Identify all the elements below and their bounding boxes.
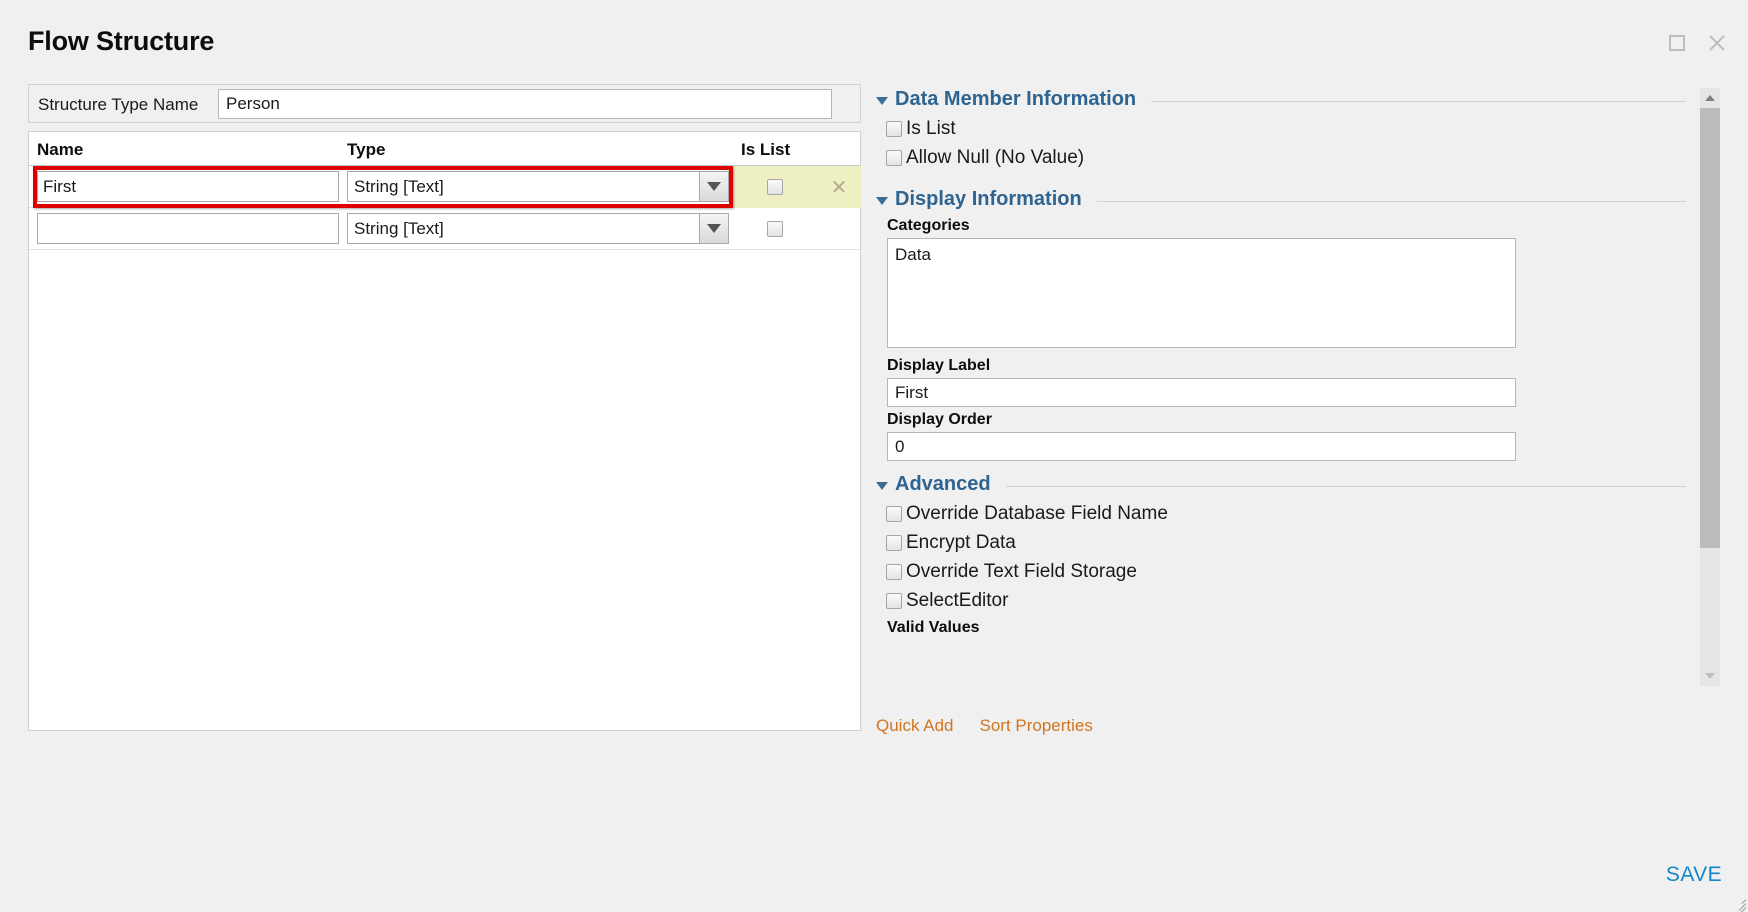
override-database-field-name-label: Override Database Field Name — [906, 503, 1168, 524]
structure-type-name-row: Structure Type Name — [28, 84, 861, 123]
scrollbar-thumb[interactable] — [1700, 108, 1720, 548]
display-label-input[interactable] — [887, 378, 1516, 407]
encrypt-data-checkbox[interactable] — [886, 535, 902, 551]
close-button[interactable] — [1704, 30, 1730, 56]
member-is-list-cell-0 — [741, 166, 809, 208]
column-header-name: Name — [37, 140, 84, 159]
checkbox-row-encrypt-data[interactable]: Encrypt Data — [886, 532, 1686, 554]
checkbox-row-override-text-field-storage[interactable]: Override Text Field Storage — [886, 561, 1686, 583]
member-properties-pane: Data Member Information Is List Allow Nu… — [876, 88, 1686, 708]
properties-footer-links: Quick Add Sort Properties — [876, 716, 1093, 736]
section-title: Data Member Information — [895, 88, 1137, 110]
member-name-cell — [37, 213, 339, 244]
select-editor-checkbox[interactable] — [886, 593, 902, 609]
caret-down-icon[interactable] — [876, 482, 888, 490]
member-type-value-1[interactable]: String [Text] — [347, 213, 699, 244]
save-button[interactable]: SAVE — [1666, 863, 1722, 887]
members-grid: Name Type Is List String [Text] ✕ — [28, 131, 861, 731]
structure-type-name-input[interactable] — [218, 89, 832, 119]
maximize-button[interactable] — [1664, 30, 1690, 56]
column-header-is-list: Is List — [741, 140, 791, 159]
categories-label: Categories — [887, 217, 970, 234]
quick-add-link[interactable]: Quick Add — [876, 716, 954, 736]
column-header-type: Type — [347, 140, 386, 159]
dialog-titlebar: Flow Structure — [0, 0, 1748, 78]
properties-scrollbar[interactable] — [1700, 88, 1720, 686]
member-name-input-1[interactable] — [37, 213, 339, 244]
select-editor-label: SelectEditor — [906, 590, 1009, 611]
caret-down-icon[interactable] — [876, 97, 888, 105]
member-name-input-0[interactable] — [37, 171, 339, 202]
is-list-checkbox[interactable] — [886, 121, 902, 137]
is-list-checkbox-1[interactable] — [767, 221, 783, 237]
member-is-list-cell-1 — [741, 208, 809, 250]
flow-structure-dialog: Flow Structure Structure Type Name Name … — [0, 0, 1748, 912]
chevron-down-icon[interactable] — [699, 213, 729, 244]
checkbox-row-override-database-field-name[interactable]: Override Database Field Name — [886, 503, 1686, 525]
is-list-checkbox-0[interactable] — [767, 179, 783, 195]
checkbox-row-is-list[interactable]: Is List — [886, 118, 1686, 140]
override-text-field-storage-checkbox[interactable] — [886, 564, 902, 580]
display-order-label: Display Order — [887, 411, 992, 428]
caret-down-icon[interactable] — [876, 197, 888, 205]
section-data-member-information[interactable]: Data Member Information — [876, 88, 1686, 111]
member-type-value-0[interactable]: String [Text] — [347, 171, 699, 202]
table-row[interactable]: String [Text] — [29, 208, 860, 250]
member-name-cell — [37, 171, 339, 202]
scroll-up-icon[interactable] — [1700, 88, 1720, 108]
section-advanced[interactable]: Advanced — [876, 473, 1686, 496]
section-title: Advanced — [895, 473, 991, 495]
member-type-cell: String [Text] — [347, 171, 729, 202]
override-text-field-storage-label: Override Text Field Storage — [906, 561, 1137, 582]
checkbox-row-select-editor[interactable]: SelectEditor — [886, 590, 1686, 612]
section-display-information[interactable]: Display Information — [876, 188, 1686, 211]
allow-null-checkbox[interactable] — [886, 150, 902, 166]
maximize-icon — [1669, 35, 1685, 51]
section-divider — [1005, 486, 1686, 487]
member-type-cell: String [Text] — [347, 213, 729, 244]
scroll-down-icon[interactable] — [1700, 666, 1720, 686]
close-icon — [1707, 33, 1727, 53]
members-grid-header: Name Type Is List — [29, 132, 860, 166]
valid-values-label: Valid Values — [887, 619, 980, 636]
categories-textarea[interactable]: Data — [887, 238, 1516, 348]
sort-properties-link[interactable]: Sort Properties — [980, 716, 1093, 736]
display-label-label: Display Label — [887, 357, 991, 374]
encrypt-data-label: Encrypt Data — [906, 532, 1016, 553]
structure-editor-pane: Structure Type Name Name Type Is List St… — [28, 84, 861, 731]
section-divider — [1151, 101, 1686, 102]
structure-type-name-label: Structure Type Name — [38, 95, 199, 114]
override-database-field-name-checkbox[interactable] — [886, 506, 902, 522]
resize-grip[interactable] — [1730, 894, 1747, 912]
is-list-label: Is List — [906, 118, 956, 139]
display-order-input[interactable] — [887, 432, 1516, 461]
checkbox-row-allow-null[interactable]: Allow Null (No Value) — [886, 147, 1686, 169]
chevron-down-icon[interactable] — [699, 171, 729, 202]
page-title: Flow Structure — [28, 26, 215, 56]
table-row[interactable]: String [Text] ✕ — [29, 166, 861, 208]
allow-null-label: Allow Null (No Value) — [906, 147, 1085, 168]
section-divider — [1096, 201, 1686, 202]
delete-row-button-0[interactable]: ✕ — [819, 166, 859, 208]
window-controls — [1664, 30, 1730, 56]
section-title: Display Information — [895, 188, 1082, 210]
